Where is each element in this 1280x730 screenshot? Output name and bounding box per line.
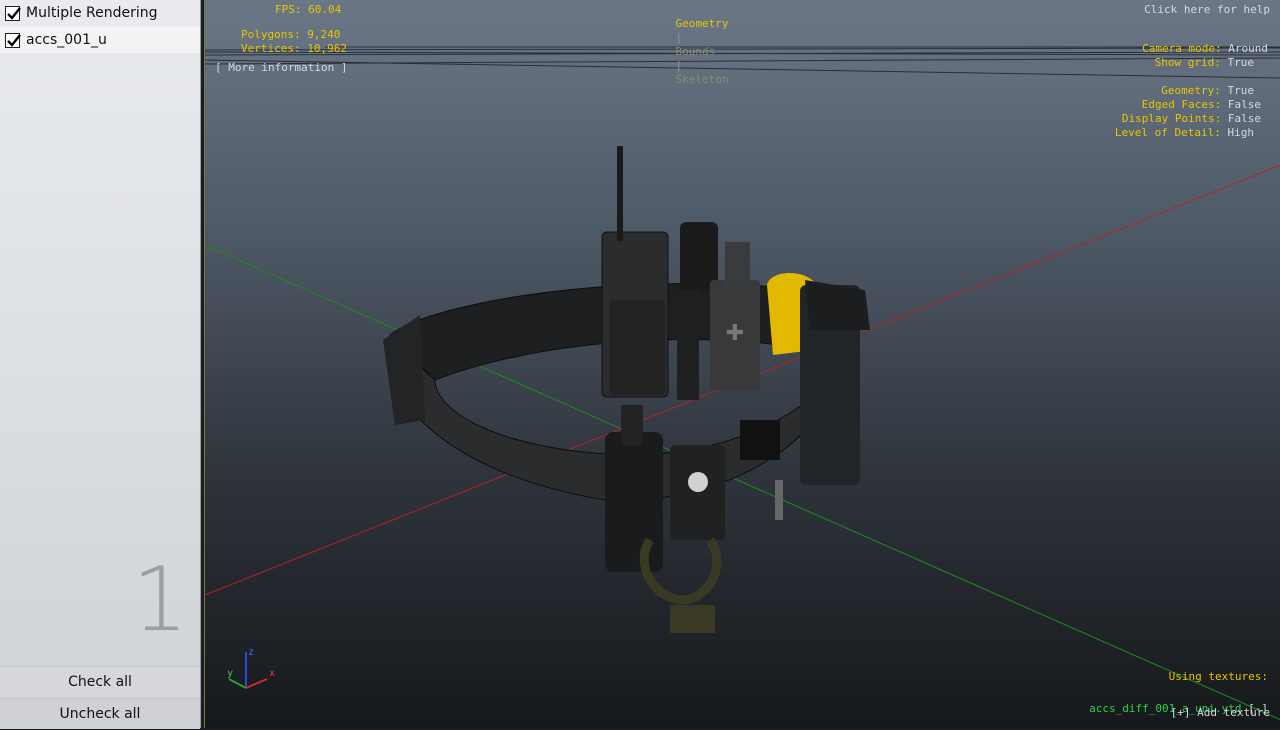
multiple-rendering-label: Multiple Rendering xyxy=(26,5,158,21)
show-grid-label: Show grid: xyxy=(1154,56,1221,69)
uncheck-all-button[interactable]: Uncheck all xyxy=(0,698,200,729)
axis-label-z: z xyxy=(248,647,255,658)
3d-viewport[interactable]: ✚ z y x FPS: 60.04 Polygons: 9,240 Verti… xyxy=(204,0,1280,728)
using-textures-label: Using textures: xyxy=(1168,670,1268,683)
tab-separator: | xyxy=(675,31,683,44)
item-count: 1 xyxy=(132,548,188,651)
svg-text:✚: ✚ xyxy=(726,321,744,346)
check-icon xyxy=(7,33,21,47)
more-information-link[interactable]: [ More information ] xyxy=(215,61,347,75)
tab-separator: | xyxy=(675,59,683,72)
tab-geometry[interactable]: Geometry xyxy=(676,17,729,30)
lod-value: High xyxy=(1227,126,1255,139)
polygon-count: Polygons: 9,240 xyxy=(241,28,341,41)
list-item-label: accs_001_u xyxy=(26,32,107,48)
checkbox-accs-001-u[interactable] xyxy=(5,32,21,48)
fps-readout: FPS: 60.04 xyxy=(275,3,342,16)
check-all-button[interactable]: Check all xyxy=(0,666,200,697)
axis-label-x: x xyxy=(269,668,276,679)
axis-label-y: y xyxy=(227,668,234,679)
tab-skeleton[interactable]: Skeleton xyxy=(676,73,729,86)
level-of-detail-setting[interactable]: Level of Detail: High xyxy=(1088,112,1254,154)
help-link[interactable]: Click here for help xyxy=(1144,3,1270,17)
show-grid-value: True xyxy=(1227,56,1255,69)
tab-bounds[interactable]: Bounds xyxy=(676,45,716,58)
vertex-count: Vertices: 10,962 xyxy=(241,42,347,55)
view-mode-tabs: Geometry | Bounds | Skeleton xyxy=(649,3,729,101)
belt-model: ✚ xyxy=(383,146,870,633)
list-item-accs-001-u[interactable]: accs_001_u xyxy=(0,27,200,53)
multiple-rendering-toggle[interactable]: Multiple Rendering xyxy=(0,0,200,26)
check-icon xyxy=(7,6,21,20)
add-texture-button[interactable]: [+] Add texture xyxy=(1171,706,1270,720)
object-list-panel: Multiple Rendering accs_001_u 1 Check al… xyxy=(0,0,201,729)
lod-label: Level of Detail: xyxy=(1114,126,1221,139)
checkbox-multiple-rendering[interactable] xyxy=(5,5,21,21)
